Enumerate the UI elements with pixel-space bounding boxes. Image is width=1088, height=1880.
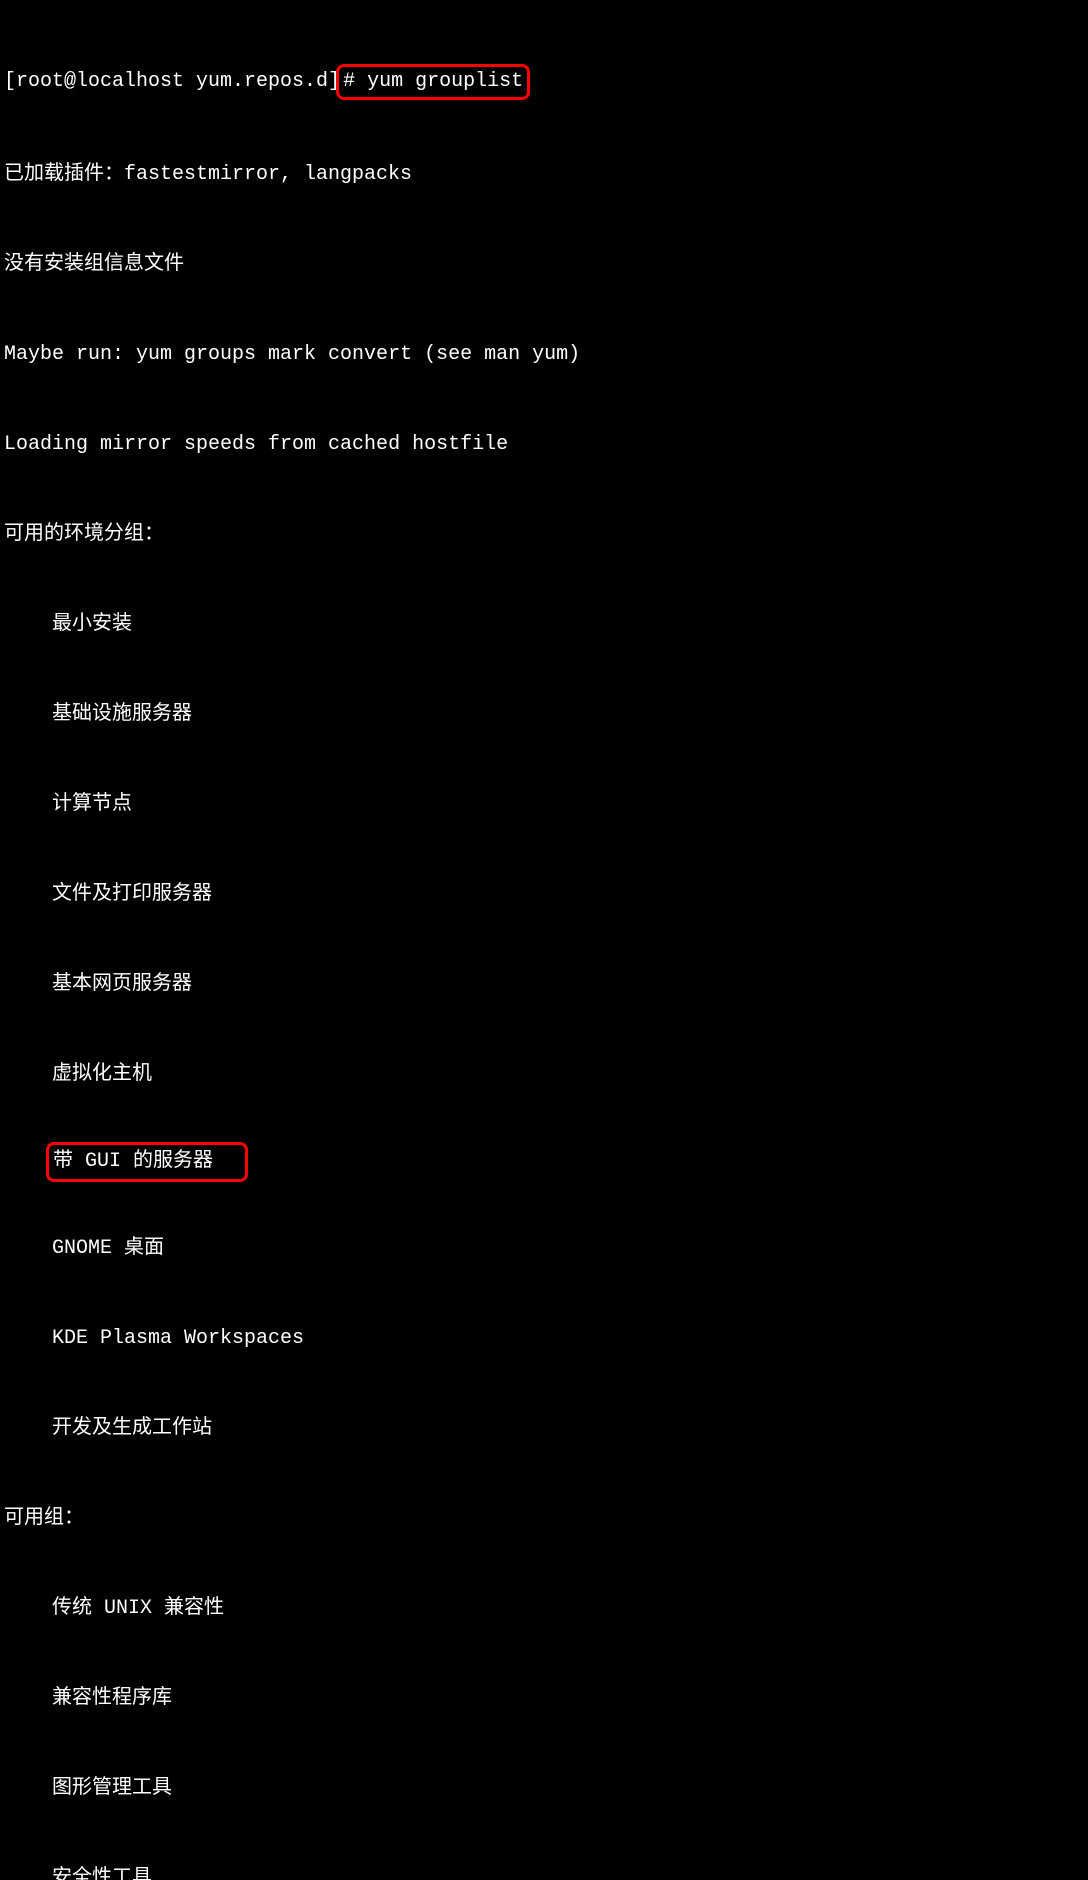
prompt-line-1: [root@localhost yum.repos.d]# yum groupl… [4,64,1084,100]
env-group-item: 虚拟化主机 [4,1060,1084,1090]
avail-group-item: 图形管理工具 [4,1774,1084,1804]
hash-symbol: # [343,70,355,93]
output-line: Loading mirror speeds from cached hostfi… [4,430,1084,460]
avail-group-item: 兼容性程序库 [4,1684,1084,1714]
env-group-item: 开发及生成工作站 [4,1414,1084,1444]
prompt-text: [root@localhost yum.repos.d] [4,70,340,93]
env-group-item-highlighted: 带 GUI 的服务器 [4,1142,1084,1182]
env-group-item: 基本网页服务器 [4,970,1084,1000]
command-highlight-1: # yum grouplist [336,64,530,100]
env-group-item: 计算节点 [4,790,1084,820]
avail-group-item: 安全性工具 [4,1864,1084,1880]
env-group-item: 基础设施服务器 [4,700,1084,730]
env-group-item: KDE Plasma Workspaces [4,1324,1084,1354]
avail-group-item: 传统 UNIX 兼容性 [4,1594,1084,1624]
avail-groups-header: 可用组： [4,1504,1084,1534]
env-group-item: 文件及打印服务器 [4,880,1084,910]
env-group-item: GNOME 桌面 [4,1234,1084,1264]
command-1[interactable]: yum grouplist [355,70,523,93]
output-line: 已加载插件：fastestmirror, langpacks [4,160,1084,190]
gui-server-highlight: 带 GUI 的服务器 [46,1142,248,1182]
output-line: Maybe run: yum groups mark convert (see … [4,340,1084,370]
env-group-item: 最小安装 [4,610,1084,640]
env-groups-header: 可用的环境分组： [4,520,1084,550]
terminal-output: [root@localhost yum.repos.d]# yum groupl… [4,4,1084,1880]
output-line: 没有安装组信息文件 [4,250,1084,280]
